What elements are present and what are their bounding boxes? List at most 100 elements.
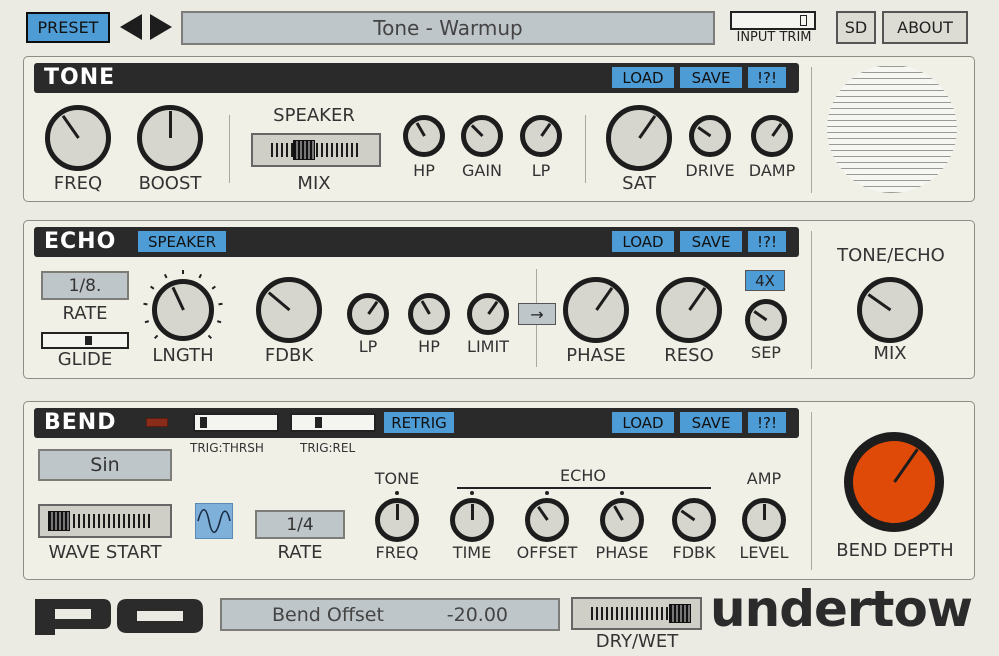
knob-indicator [395,504,399,520]
bend-fdbk-label: FDBK [672,543,716,562]
bend-titlebar: BEND RETRIG LOAD SAVE !?! [34,408,799,438]
about-button[interactable]: ABOUT [882,11,968,44]
prev-preset-button[interactable] [118,13,144,41]
bend-offset-knob[interactable] [525,498,569,542]
echo-limit-label: LIMIT [467,337,509,356]
speaker-mix-label: MIX [297,173,331,194]
sd-button[interactable]: SD [836,11,876,44]
knob-indicator [539,122,551,137]
divider [811,67,812,193]
echo-group-line [457,487,711,489]
echo-fdbk-label: FDBK [264,345,314,366]
tone-save-button[interactable]: SAVE [680,67,742,88]
tone-freq-knob[interactable] [45,105,111,171]
tone-gain-knob[interactable] [461,115,503,157]
bend-load-button[interactable]: LOAD [612,412,674,433]
knob-indicator [680,509,695,522]
bend-panel: BEND RETRIG LOAD SAVE !?! TRIG:THRSH TRI… [23,401,975,580]
dry-wet-label: DRY/WET [595,631,679,652]
echo-save-button[interactable]: SAVE [680,231,742,252]
tone-lp-label: LP [531,161,551,180]
bend-wave-display[interactable]: Sin [38,449,172,481]
echo-info-button[interactable]: !?! [748,231,786,252]
tone-hp-label: HP [413,161,435,180]
knob-indicator [594,287,613,311]
preset-name-display[interactable]: Tone - Warmup [181,11,715,45]
tone-sat-label: SAT [622,173,656,194]
trig-thrsh-fader[interactable] [193,413,279,432]
bend-freq-label: FREQ [375,543,419,562]
tone-boost-knob[interactable] [137,105,203,171]
knob-indicator [536,506,549,521]
echo-rate-display[interactable]: 1/8. [41,271,129,300]
bend-title: BEND [44,410,117,435]
knob-indicator [867,293,891,312]
echo-glide-fader[interactable] [41,332,129,349]
knob-indicator [762,504,766,520]
knob-indicator [267,291,290,312]
bend-time-knob[interactable] [450,498,494,542]
tone-boost-label: BOOST [138,173,202,194]
echo-panel: ECHO SPEAKER LOAD SAVE !?! 1/8. RATE GLI… [23,220,975,379]
echo-reso-label: RESO [664,345,714,366]
divider [229,115,230,183]
bend-save-button[interactable]: SAVE [680,412,742,433]
echo-reso-knob[interactable] [656,277,722,343]
bend-retrig-button[interactable]: RETRIG [384,412,454,433]
tone-damp-knob[interactable] [751,115,793,157]
bend-depth-knob[interactable] [844,432,944,532]
bend-echo-label: ECHO [560,466,606,485]
speaker-mix-slider[interactable] [251,133,381,167]
echo-glide-label: GLIDE [57,349,113,370]
bend-fdbk-knob[interactable] [672,498,716,542]
preset-button[interactable]: PRESET [26,12,110,43]
bend-freq-knob[interactable] [375,498,419,542]
tone-drive-knob[interactable] [689,115,731,157]
tone-damp-label: DAMP [748,161,796,180]
trig-thrsh-label: TRIG:THRSH [190,441,264,455]
echo-speaker-button[interactable]: SPEAKER [138,231,226,252]
echo-lp-label: LP [358,337,378,356]
dry-wet-slider[interactable] [571,597,702,630]
tone-echo-label: TONE/ECHO [837,245,945,266]
bend-rate-display[interactable]: 1/4 [255,510,345,539]
echo-sep-label: SEP [751,343,781,362]
echo-sep-knob[interactable] [745,299,787,341]
echo-lp-knob[interactable] [347,293,389,335]
echo-phase-knob[interactable] [563,277,629,343]
wave-start-slider[interactable] [38,504,172,538]
echo-4x-button[interactable]: 4X [745,270,785,291]
echo-route-arrow-button[interactable]: → [518,303,556,325]
knob-center-dot [545,491,549,495]
echo-title: ECHO [44,229,117,254]
divider [811,231,812,369]
undertow-logo-text: undertow [710,580,973,638]
tone-load-button[interactable]: LOAD [612,67,674,88]
tone-echo-mix-knob[interactable] [857,277,923,343]
tone-sat-knob[interactable] [606,105,672,171]
bend-info-button[interactable]: !?! [748,412,786,433]
echo-limit-knob[interactable] [467,293,509,335]
knob-indicator [470,124,484,138]
input-trim-label: INPUT TRIM [736,30,812,45]
tone-gain-label: GAIN [461,161,503,180]
bend-phase-knob[interactable] [600,498,644,542]
echo-hp-label: HP [418,337,440,356]
next-preset-button[interactable] [148,13,174,41]
knob-indicator [612,505,624,521]
echo-fdbk-knob[interactable] [256,277,322,343]
echo-hp-knob[interactable] [408,293,450,335]
echo-load-button[interactable]: LOAD [612,231,674,252]
tone-hp-knob[interactable] [403,115,445,157]
knob-indicator [752,310,767,322]
bend-level-knob[interactable] [742,498,786,542]
arrow-left-icon [120,14,142,40]
bend-time-label: TIME [452,543,492,562]
tone-info-button[interactable]: !?! [748,67,786,88]
input-trim-fader[interactable] [730,11,816,30]
trigger-led-icon [146,418,168,427]
parameter-value: -20.00 [446,603,508,626]
tone-lp-knob[interactable] [520,115,562,157]
trig-rel-fader[interactable] [290,413,376,432]
bend-rate-label: RATE [277,542,323,563]
